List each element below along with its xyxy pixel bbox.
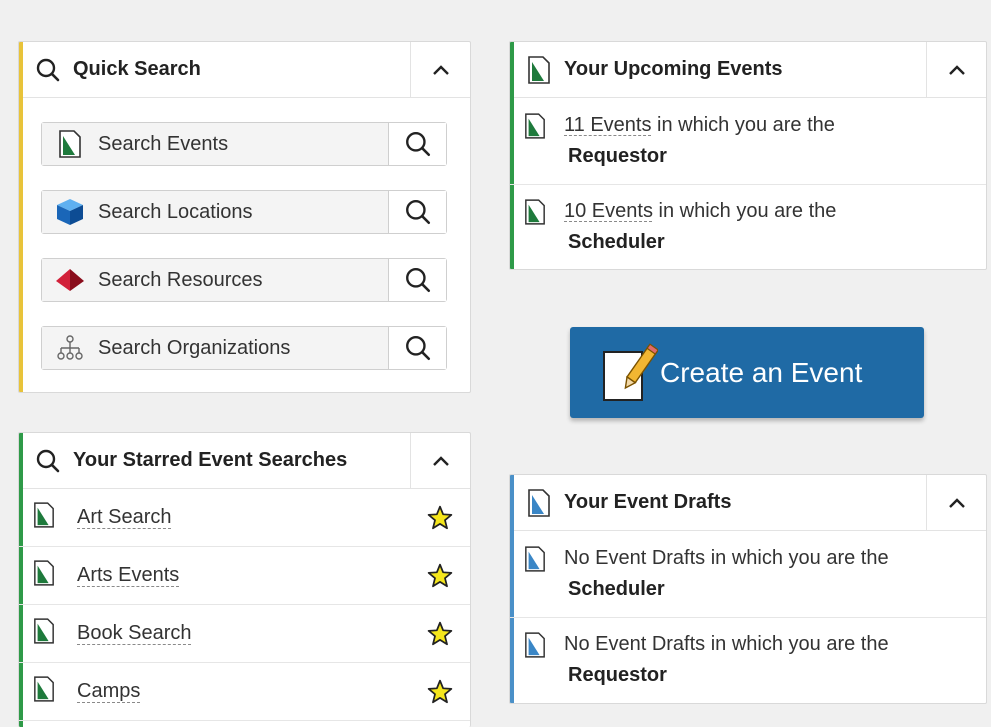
row-text: in which you are the xyxy=(651,114,835,136)
event-count-text: 11 Events in which you are the Requestor xyxy=(564,110,835,172)
search-organizations-go-button[interactable] xyxy=(388,327,446,369)
star-icon[interactable] xyxy=(410,505,470,531)
role-label: Requestor xyxy=(568,664,667,686)
cube-icon xyxy=(54,196,86,228)
search-locations-go-button[interactable] xyxy=(388,191,446,233)
list-item: Art Search xyxy=(19,489,470,547)
search-icon xyxy=(33,446,63,476)
search-organizations-row[interactable]: Search Organizations xyxy=(41,326,447,370)
search-resources-row[interactable]: Search Resources xyxy=(41,258,447,302)
search-resources-go-button[interactable] xyxy=(388,259,446,301)
org-tree-icon xyxy=(54,332,86,364)
search-events-row[interactable]: Search Events xyxy=(41,122,447,166)
role-label: Requestor xyxy=(568,145,667,167)
event-doc-icon xyxy=(33,502,59,533)
starred-searches-header: Your Starred Event Searches xyxy=(19,433,470,489)
search-events-label: Search Events xyxy=(98,132,229,155)
events-count-link[interactable]: 10 Events xyxy=(564,200,653,222)
draft-doc-icon xyxy=(524,546,550,577)
search-icon xyxy=(405,336,430,361)
star-icon[interactable] xyxy=(410,679,470,705)
draft-doc-icon xyxy=(524,632,550,663)
collapse-button[interactable] xyxy=(410,433,470,488)
event-doc-icon xyxy=(33,676,59,707)
draft-doc-icon xyxy=(524,488,554,518)
starred-search-link[interactable]: Camps xyxy=(77,680,410,703)
draft-text: No Event Drafts in which you are the Sch… xyxy=(564,543,889,605)
starred-search-link[interactable]: Book Search xyxy=(77,622,410,645)
event-doc-icon xyxy=(33,560,59,591)
event-doc-icon xyxy=(33,618,59,649)
list-item: No Event Drafts in which you are the Sch… xyxy=(510,532,986,618)
event-doc-icon xyxy=(524,113,550,144)
quick-search-header: Quick Search xyxy=(19,42,470,98)
list-item: Camps xyxy=(19,663,470,721)
search-icon xyxy=(405,268,430,293)
chevron-up-icon xyxy=(948,64,965,75)
panel-title: Your Upcoming Events xyxy=(564,58,783,80)
chevron-up-icon xyxy=(432,455,449,466)
search-events-button[interactable]: Search Events xyxy=(42,123,388,165)
search-organizations-button[interactable]: Search Organizations xyxy=(42,327,388,369)
role-label: Scheduler xyxy=(568,231,665,253)
event-doc-icon xyxy=(54,128,86,160)
search-locations-button[interactable]: Search Locations xyxy=(42,191,388,233)
row-text: in which you are the xyxy=(652,200,837,222)
event-drafts-panel: Your Event Drafts No Event Drafts in whi… xyxy=(509,474,987,704)
starred-search-link[interactable]: Art Search xyxy=(77,506,410,529)
role-label: Scheduler xyxy=(568,578,665,600)
chevron-up-icon xyxy=(432,64,449,75)
search-icon xyxy=(405,132,430,157)
search-resources-button[interactable]: Search Resources xyxy=(42,259,388,301)
list-item: Arts Events xyxy=(19,547,470,605)
event-doc-icon xyxy=(524,55,554,85)
quick-search-panel: Quick Search Search Events Search Locati… xyxy=(18,41,471,393)
search-locations-label: Search Locations xyxy=(98,200,253,223)
draft-text: No Event Drafts in which you are the Req… xyxy=(564,629,889,691)
create-event-button[interactable]: Create an Event xyxy=(570,327,924,418)
search-resources-label: Search Resources xyxy=(98,268,263,291)
collapse-button[interactable] xyxy=(926,475,986,530)
notepad-pencil-icon xyxy=(603,342,658,401)
event-count-text: 10 Events in which you are the Scheduler xyxy=(564,196,836,258)
starred-search-link[interactable]: Arts Events xyxy=(77,564,410,587)
search-organizations-label: Search Organizations xyxy=(98,336,291,359)
search-icon xyxy=(33,55,63,85)
upcoming-events-header: Your Upcoming Events xyxy=(510,42,986,98)
event-doc-icon xyxy=(524,199,550,230)
create-event-label: Create an Event xyxy=(660,356,863,388)
row-text: No Event Drafts in which you are the xyxy=(564,547,889,569)
chevron-up-icon xyxy=(948,497,965,508)
collapse-button[interactable] xyxy=(926,42,986,97)
search-locations-row[interactable]: Search Locations xyxy=(41,190,447,234)
row-text: No Event Drafts in which you are the xyxy=(564,633,889,655)
star-icon[interactable] xyxy=(410,621,470,647)
event-drafts-header: Your Event Drafts xyxy=(510,475,986,531)
panel-title: Quick Search xyxy=(73,58,201,80)
list-item: 10 Events in which you are the Scheduler xyxy=(510,185,986,269)
collapse-button[interactable] xyxy=(410,42,470,97)
starred-searches-panel: Your Starred Event Searches Art Search A… xyxy=(18,432,471,727)
panel-accent xyxy=(19,42,23,392)
list-item: Book Search xyxy=(19,605,470,663)
panel-title: Your Starred Event Searches xyxy=(73,449,348,471)
pyramid-icon xyxy=(54,264,86,296)
star-icon[interactable] xyxy=(410,563,470,589)
search-events-go-button[interactable] xyxy=(388,123,446,165)
events-count-link[interactable]: 11 Events xyxy=(564,114,651,136)
list-item: 11 Events in which you are the Requestor xyxy=(510,99,986,185)
upcoming-events-panel: Your Upcoming Events 11 Events in which … xyxy=(509,41,987,270)
search-icon xyxy=(405,200,430,225)
panel-title: Your Event Drafts xyxy=(564,491,732,513)
list-item: No Event Drafts in which you are the Req… xyxy=(510,618,986,703)
